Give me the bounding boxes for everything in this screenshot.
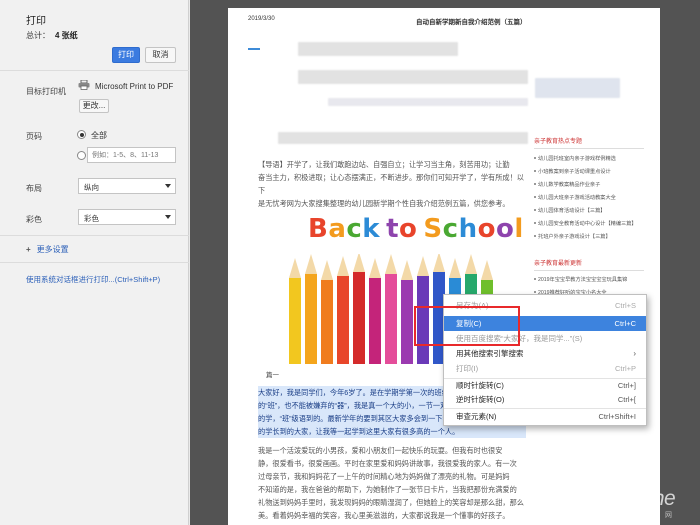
print-button[interactable]: 打印 — [112, 47, 140, 63]
intro-paragraph: 【导语】开学了，让我们敢跑边站、自强自立；让学习当主角，刻苦用功；让勤 奋当主力… — [258, 158, 526, 210]
sidebar-link[interactable]: 幼儿数学教案精品作业亲子 — [533, 181, 600, 188]
divider — [0, 262, 189, 263]
sheet-total: 总计： 4 张纸 — [26, 30, 78, 41]
divider — [0, 70, 189, 71]
blurred-title — [298, 42, 458, 56]
divider — [534, 148, 644, 149]
text-line: 【导语】开学了，让我们敢跑边站、自强自立；让学习当主角，刻苦用功；让勤 — [258, 160, 510, 169]
pages-label: 页码 — [26, 132, 42, 141]
layout-label: 布局 — [26, 184, 42, 193]
destination-label: 目标打印机 — [26, 87, 66, 96]
layout-select[interactable]: 纵向 — [78, 178, 176, 194]
menu-item-inspect[interactable]: 审查元素(N) Ctrl+Shift+I — [444, 409, 646, 424]
letter: c — [346, 214, 363, 244]
menu-item-shortcut: Ctrl+Shift+I — [598, 412, 636, 421]
menu-item-shortcut: Ctrl+C — [614, 319, 636, 328]
menu-item-shortcut: Ctrl+P — [614, 364, 636, 373]
pages-all-radio[interactable] — [77, 130, 86, 139]
menu-item-label: 打印(I) — [456, 364, 479, 373]
menu-item-label: 审查元素(N) — [456, 412, 497, 421]
chevron-down-icon — [165, 215, 171, 219]
letter: o — [477, 214, 496, 244]
sidebar-link[interactable]: 幼儿园安全教育活动中心设计【精编三篇】 — [534, 220, 637, 227]
cancel-button[interactable]: 取消 — [145, 47, 176, 63]
text-line: 礼物送到妈妈手里时，我发现妈妈的眼睛湿润了，但她脸上的笑容却是那么甜，那么 — [258, 498, 524, 507]
letter: h — [458, 214, 478, 244]
sidebar-link[interactable]: 小班教案到亲子活动课重点设计 — [534, 168, 611, 175]
body-paragraph: 我是一个活泼爱玩的小男孩，爱和小朋友们一起快乐的玩耍。但我有时也很安 静，很爱看… — [258, 444, 526, 522]
printer-icon — [78, 80, 90, 90]
pages-all-label: 全部 — [91, 131, 107, 140]
text-line: 奋当主力，积极进取；让心态摆满正，不断进步。那你们可知开学了，学有所成！以下 — [258, 173, 524, 195]
letter: k — [362, 214, 381, 244]
letter: S — [423, 214, 443, 244]
menu-item-shortcut: Ctrl+[ — [617, 395, 636, 404]
more-settings-label: 更多设置 — [36, 245, 69, 254]
page-heading: 自动自新学期新自我介绍范例（五篇） — [416, 19, 527, 26]
chevron-right-icon: › — [633, 349, 636, 358]
color-select[interactable]: 彩色 — [78, 209, 176, 225]
color-label: 彩色 — [26, 215, 42, 224]
letter: c — [442, 214, 459, 244]
menu-item-label: 逆时针旋转(O) — [456, 395, 505, 404]
system-dialog-link[interactable]: 使用系统对话框进行打印...(Ctrl+Shift+P) — [26, 274, 160, 285]
menu-item-rotate-counterclockwise[interactable]: 逆时针旋转(O) Ctrl+[ — [444, 392, 646, 407]
pconline-watermark-sub: 太平洋电脑网 — [600, 512, 678, 519]
total-label: 总计： — [26, 31, 50, 40]
menu-item-shortcut: Ctrl+] — [617, 381, 636, 390]
page-date: 2019/3/30 — [248, 16, 275, 22]
sidebar-link[interactable]: 幼儿园体育活动设计【三篇】 — [533, 207, 605, 214]
text-line: 的学长到的大家，让我等一起学到这里大家有很多高的一个人。 — [258, 427, 460, 436]
more-settings-link[interactable]: + 更多设置 — [26, 244, 69, 255]
text-line: 静，很爱看书，很爱画画。平时在家里爱和妈妈讲故事，我很爱我的家人。有一次 — [258, 459, 517, 468]
divider — [248, 48, 260, 50]
sidebar-link[interactable]: 幼儿园托班室内亲子游戏样例精选 — [534, 155, 616, 162]
panel-title: 打印 — [26, 16, 46, 27]
menu-item-rotate-clockwise[interactable]: 顺时针旋转(C) Ctrl+] — [444, 378, 646, 393]
sidebar-link[interactable]: 幼儿园大班亲子游戏活动教案大全 — [534, 194, 616, 201]
print-preview-area[interactable]: 2019/3/30 自动自新学期新自我介绍范例（五篇） 【导语】开学了，让我们敢… — [190, 0, 700, 525]
highlight-annotation-box — [414, 306, 520, 346]
letter: t — [386, 214, 400, 244]
text-line: 过母亲节，我和妈妈花了一上午的时间精心地为妈妈做了漂亮的礼物。可是妈妈 — [258, 472, 510, 481]
letter: o — [495, 214, 515, 244]
sidebar-link[interactable]: 托班户外亲子游戏设计【三篇】 — [534, 233, 611, 240]
preview-page[interactable]: 2019/3/30 自动自新学期新自我介绍范例（五篇） 【导语】开学了，让我们敢… — [228, 8, 660, 525]
chevron-down-icon — [165, 184, 171, 188]
sidebar-link[interactable]: 2019年宝宝早教方法宝宝宝宝玩具集锦 — [533, 276, 627, 283]
divider — [534, 270, 644, 271]
text-line: 不知道的是，我在爸爸的帮助下，为她制作了一张节日卡片，当我把那份充满爱的 — [258, 485, 517, 494]
back-to-school-title: Back to School — [308, 214, 524, 244]
sidebar-hot-title: 亲子教育热点专题 — [534, 139, 583, 145]
pconline-watermark: PConline — [594, 487, 676, 510]
pages-custom-radio[interactable] — [77, 151, 86, 160]
letter: l — [514, 214, 524, 244]
text-line: 是无忧考网为大家搜集整理的幼儿园新学期个性自我介绍范例五篇，供您参考。 — [258, 199, 510, 208]
image-caption: 篇一 — [266, 372, 279, 379]
divider — [0, 235, 189, 236]
pages-input[interactable] — [87, 147, 176, 163]
blurred-meta — [328, 98, 528, 106]
menu-item-shortcut: Ctrl+S — [614, 301, 636, 310]
letter: o — [399, 214, 418, 244]
color-value: 彩色 — [84, 214, 99, 223]
sidebar-new-title: 亲子教育最新更新 — [534, 261, 583, 267]
letter: B — [308, 214, 329, 244]
menu-item-print[interactable]: 打印(I) Ctrl+P — [444, 361, 646, 376]
text-line: 美。看着妈妈幸福的笑容，我心里美滋滋的，大家都说我是一个懂事的好孩子。 — [258, 511, 510, 520]
blurred-title — [298, 70, 528, 84]
text-line: 我是一个活泼爱玩的小男孩，爱和小朋友们一起快乐的玩耍。但我有时也很安 — [258, 446, 503, 455]
menu-item-label: 顺时针旋转(C) — [456, 381, 504, 390]
layout-value: 纵向 — [84, 183, 99, 192]
change-printer-button[interactable]: 更改... — [79, 99, 109, 113]
letter: a — [328, 214, 347, 244]
menu-item-label: 用其他搜索引擎搜索 — [456, 349, 524, 358]
blurred-heading — [278, 132, 528, 144]
printer-name: Microsoft Print to PDF — [95, 82, 174, 91]
plus-icon: + — [26, 245, 31, 254]
menu-item-other-search[interactable]: 用其他搜索引擎搜索 › — [444, 346, 646, 361]
print-settings-panel: 打印 总计： 4 张纸 打印 取消 目标打印机 Microsoft Print t… — [0, 0, 189, 525]
blurred-ad — [535, 78, 620, 98]
total-value: 4 张纸 — [55, 31, 78, 40]
